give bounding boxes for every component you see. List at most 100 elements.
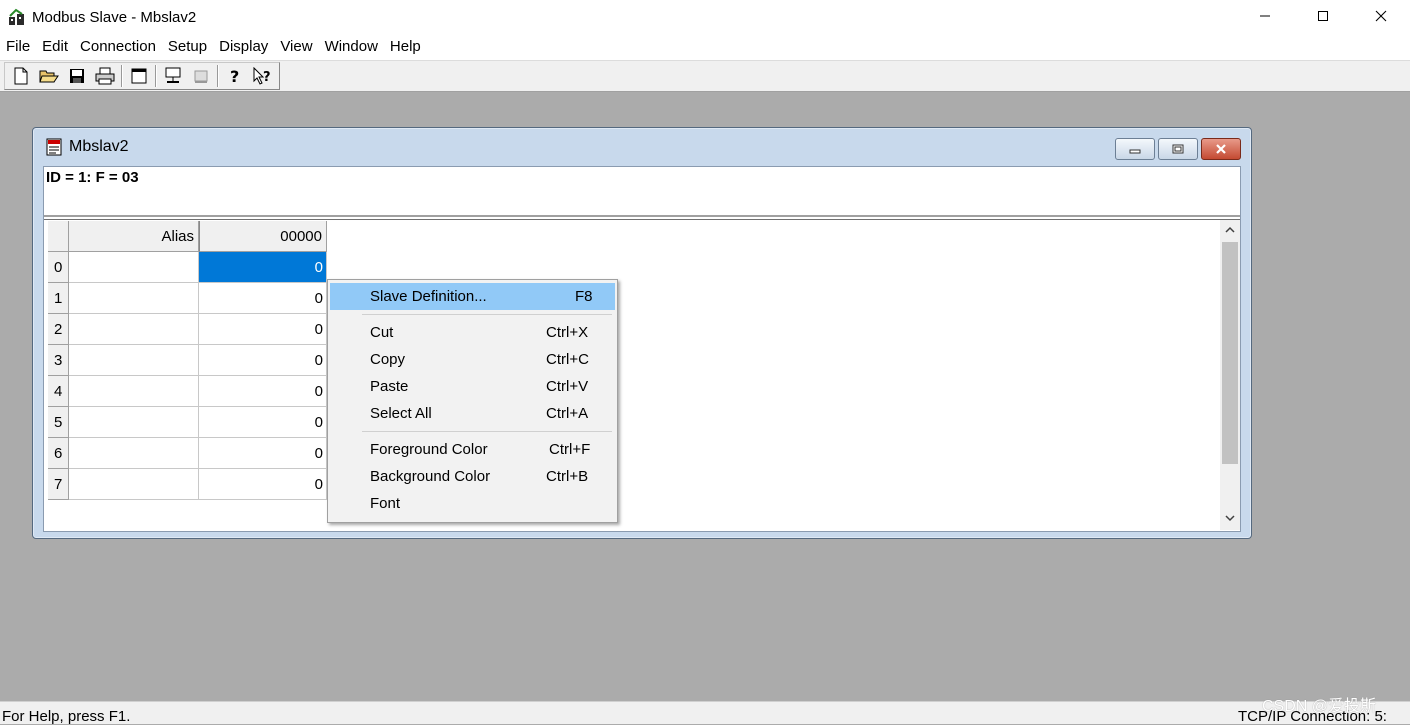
value-cell[interactable]: 0 <box>199 438 327 469</box>
menu-item-shortcut: Ctrl+A <box>546 405 589 422</box>
open-icon[interactable] <box>35 63 63 89</box>
menu-item-label: Cut <box>370 324 394 341</box>
row-header[interactable]: 4 <box>48 376 69 407</box>
document-icon <box>46 138 62 156</box>
register-grid-pane: Alias 00000 0 0 1 0 2 0 3 0 4 0 5 0 6 0 … <box>44 219 1240 531</box>
menu-item-label: Select All <box>370 405 432 422</box>
row-header[interactable]: 5 <box>48 407 69 438</box>
row-header[interactable]: 2 <box>48 314 69 345</box>
child-close-icon[interactable] <box>1201 138 1241 160</box>
print-icon[interactable] <box>91 63 119 89</box>
scroll-up-icon[interactable] <box>1220 220 1240 240</box>
child-minimize-icon[interactable] <box>1115 138 1155 160</box>
toolbar: ? ? <box>0 60 1410 92</box>
child-client-area: ID = 1: F = 03 Alias 00000 0 0 1 0 2 0 3… <box>43 166 1241 532</box>
alias-cell[interactable] <box>69 252 199 283</box>
menu-separator <box>330 427 615 436</box>
watermark-text: CSDN @爱投斯 <box>1262 698 1377 715</box>
alias-cell[interactable] <box>69 469 199 500</box>
row-header[interactable]: 0 <box>48 252 69 283</box>
menu-window[interactable]: Window <box>319 34 384 60</box>
value-cell[interactable]: 0 <box>199 345 327 376</box>
toolbar-separator <box>121 65 123 87</box>
slave-header-pane: ID = 1: F = 03 <box>44 167 1240 217</box>
menu-item-label: Copy <box>370 351 406 368</box>
column-header-alias[interactable]: Alias <box>69 221 199 252</box>
menu-item-font[interactable]: Font <box>330 490 615 517</box>
menu-item-slave-definition[interactable]: Slave Definition... F8 <box>330 283 615 310</box>
alias-cell[interactable] <box>69 407 199 438</box>
value-cell[interactable]: 0 <box>199 314 327 345</box>
toolbar-group: ? ? <box>4 62 280 90</box>
alias-cell[interactable] <box>69 283 199 314</box>
context-help-icon[interactable]: ? <box>249 63 277 89</box>
mdi-workspace: Mbslav2 ID = 1: F = 03 Alias 00000 0 0 1… <box>0 93 1410 701</box>
toolbar-separator <box>217 65 219 87</box>
row-header[interactable]: 3 <box>48 345 69 376</box>
menu-help[interactable]: Help <box>384 34 427 60</box>
svg-text:?: ? <box>263 70 271 85</box>
value-cell[interactable]: 0 <box>199 252 327 283</box>
alias-cell[interactable] <box>69 345 199 376</box>
child-window-title: Mbslav2 <box>69 138 129 155</box>
minimize-icon[interactable] <box>1236 0 1294 32</box>
scroll-thumb[interactable] <box>1222 242 1238 464</box>
row-header[interactable]: 7 <box>48 469 69 500</box>
alias-cell[interactable] <box>69 438 199 469</box>
vertical-scrollbar[interactable] <box>1220 220 1240 530</box>
window-icon[interactable] <box>125 63 153 89</box>
maximize-icon[interactable] <box>1294 0 1352 32</box>
scroll-down-icon[interactable] <box>1220 508 1240 528</box>
window-controls <box>1236 0 1410 32</box>
menu-setup[interactable]: Setup <box>162 34 213 60</box>
menu-connection[interactable]: Connection <box>74 34 162 60</box>
column-header-address[interactable]: 00000 <box>199 221 327 252</box>
menu-item-select-all[interactable]: Select All Ctrl+A <box>330 400 615 427</box>
alias-cell[interactable] <box>69 314 199 345</box>
menu-item-cut[interactable]: Cut Ctrl+X <box>330 319 615 346</box>
help-icon[interactable]: ? <box>221 63 249 89</box>
menu-item-background-color[interactable]: Background Color Ctrl+B <box>330 463 615 490</box>
row-header[interactable]: 6 <box>48 438 69 469</box>
value-cell[interactable]: 0 <box>199 283 327 314</box>
menu-item-label: Slave Definition... <box>370 288 487 305</box>
child-restore-icon[interactable] <box>1158 138 1198 160</box>
value-cell[interactable]: 0 <box>199 376 327 407</box>
menu-item-paste[interactable]: Paste Ctrl+V <box>330 373 615 400</box>
toolbar-separator <box>155 65 157 87</box>
save-icon[interactable] <box>63 63 91 89</box>
menu-item-label: Paste <box>370 378 409 395</box>
menu-item-shortcut: Ctrl+V <box>546 378 589 395</box>
menu-item-shortcut: Ctrl+F <box>549 441 591 458</box>
menu-item-shortcut: Ctrl+B <box>546 468 589 485</box>
menu-item-shortcut: Ctrl+C <box>546 351 589 368</box>
child-title-bar[interactable]: Mbslav2 <box>33 128 1251 166</box>
svg-text:?: ? <box>230 67 239 85</box>
value-cell[interactable]: 0 <box>199 407 327 438</box>
child-window: Mbslav2 ID = 1: F = 03 Alias 00000 0 0 1… <box>32 127 1252 539</box>
connect-icon[interactable] <box>159 63 187 89</box>
context-menu: Slave Definition... F8 Cut Ctrl+X Copy C… <box>327 279 618 523</box>
close-icon[interactable] <box>1352 0 1410 32</box>
status-bar: For Help, press F1. TCP/IP Connection: 5… <box>0 701 1410 725</box>
app-title-bar: Modbus Slave - Mbslav2 <box>0 0 1410 34</box>
alias-cell[interactable] <box>69 376 199 407</box>
menu-item-foreground-color[interactable]: Foreground Color Ctrl+F <box>330 436 615 463</box>
menu-bar: File Edit Connection Setup Display View … <box>0 34 1410 60</box>
menu-file[interactable]: File <box>0 34 36 60</box>
menu-view[interactable]: View <box>274 34 318 60</box>
menu-item-shortcut: F8 <box>575 288 593 305</box>
menu-edit[interactable]: Edit <box>36 34 74 60</box>
window-title: Modbus Slave - Mbslav2 <box>32 8 197 26</box>
new-icon[interactable] <box>7 63 35 89</box>
grid-corner[interactable] <box>48 221 69 252</box>
disconnect-icon[interactable] <box>187 63 215 89</box>
app-icon <box>9 8 24 25</box>
menu-item-copy[interactable]: Copy Ctrl+C <box>330 346 615 373</box>
menu-item-shortcut: Ctrl+X <box>546 324 589 341</box>
slave-id-function-label: ID = 1: F = 03 <box>46 169 139 186</box>
value-cell[interactable]: 0 <box>199 469 327 500</box>
menu-separator <box>330 310 615 319</box>
menu-display[interactable]: Display <box>213 34 274 60</box>
row-header[interactable]: 1 <box>48 283 69 314</box>
